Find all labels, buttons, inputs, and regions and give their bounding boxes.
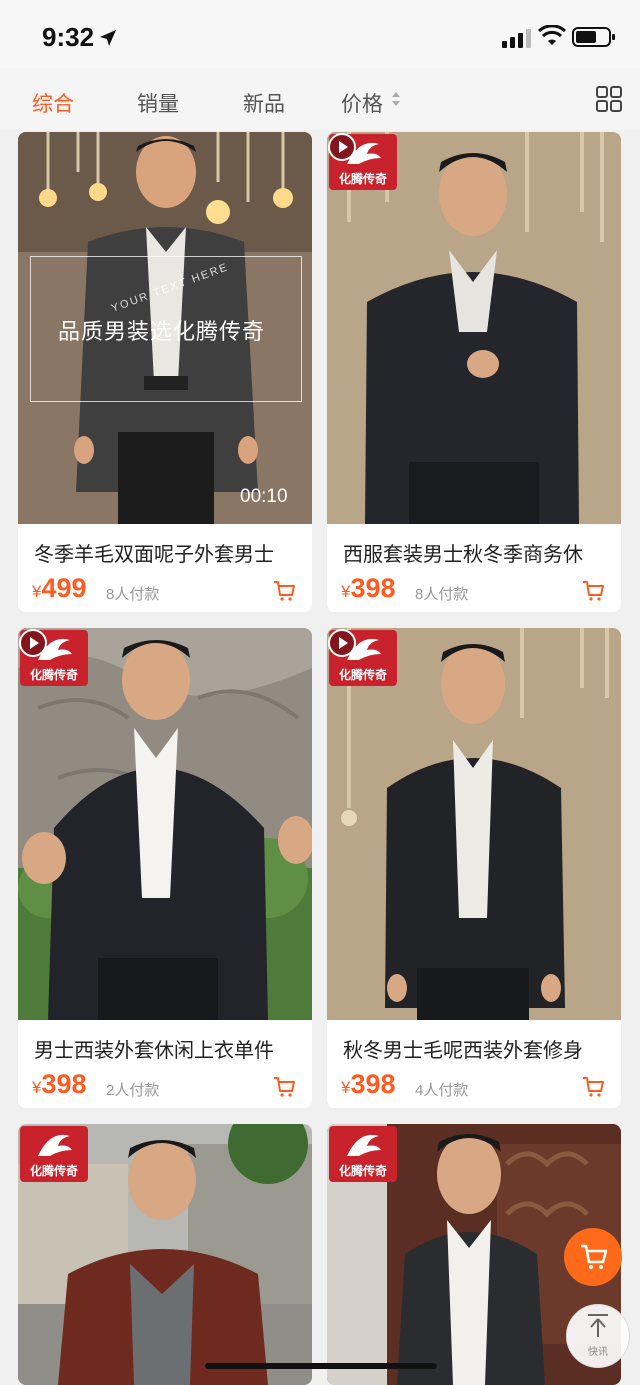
price-value: 499 — [41, 573, 87, 603]
brand-name: 化腾传奇 — [29, 668, 78, 682]
sales-count: 8人付款 — [106, 586, 160, 603]
product-photo: 化腾传奇 — [18, 1124, 312, 1385]
floating-cart-button[interactable] — [564, 1228, 622, 1286]
brand-badge: 化腾传奇 — [329, 1126, 397, 1182]
grid-toggle-icon[interactable] — [596, 86, 622, 112]
tab-comprehensive[interactable]: 综合 — [32, 88, 74, 118]
product-card[interactable]: 化腾传奇 — [18, 1124, 312, 1385]
product-card[interactable]: YOUR TEXT HERE 品质男装选化腾传奇 00:10 冬季羊毛双面呢子外… — [18, 132, 312, 612]
product-title[interactable]: 西服套装男士秋冬季商务休 — [343, 538, 613, 567]
product-card[interactable]: 化腾传奇 男士西装外套休闲上衣单件 ¥398 2人付款 — [18, 628, 312, 1108]
cart-icon — [581, 1244, 608, 1269]
product-photo: 化腾传奇 — [18, 628, 312, 1020]
location-arrow-icon — [100, 30, 116, 46]
brand-name: 化腾传奇 — [29, 1164, 78, 1178]
signal-icon — [502, 29, 531, 48]
product-price: ¥398 — [341, 1069, 396, 1100]
play-icon[interactable] — [18, 628, 48, 658]
battery-icon — [572, 27, 615, 47]
product-photo: YOUR TEXT HERE 品质男装选化腾传奇 00:10 — [18, 132, 312, 524]
price-value: 398 — [350, 1069, 396, 1099]
play-icon[interactable] — [327, 628, 357, 658]
product-price: ¥398 — [32, 1069, 87, 1100]
tab-price[interactable]: 价格 — [341, 88, 383, 118]
brand-name: 化腾传奇 — [338, 668, 387, 682]
product-card[interactable]: 化腾传奇 秋冬男士毛呢西装外套修身 ¥398 4人付款 — [327, 628, 621, 1108]
sort-arrows-icon[interactable] — [390, 89, 402, 109]
play-icon[interactable] — [327, 132, 357, 162]
video-overlay-text: 品质男装选化腾传奇 — [58, 319, 266, 344]
tab-new[interactable]: 新品 — [243, 88, 285, 118]
sales-count: 8人付款 — [415, 586, 469, 603]
brand-name: 化腾传奇 — [338, 172, 387, 186]
video-duration: 00:10 — [240, 486, 288, 507]
sort-bar — [0, 68, 640, 130]
tab-sales[interactable]: 销量 — [137, 88, 179, 118]
home-indicator[interactable] — [205, 1363, 437, 1369]
status-time: 9:32 — [42, 22, 95, 52]
wifi-icon — [538, 25, 566, 45]
brand-logo-icon — [38, 1134, 72, 1156]
product-card[interactable]: 化腾传奇 西服套装男士秋冬季商务休 ¥398 8人付款 — [327, 132, 621, 612]
product-price: ¥398 — [341, 573, 396, 604]
product-title[interactable]: 秋冬男士毛呢西装外套修身 — [343, 1034, 613, 1063]
status-bar: 9:32 — [0, 0, 640, 68]
sales-count: 4人付款 — [415, 1082, 469, 1099]
price-value: 398 — [41, 1069, 87, 1099]
brand-badge: 化腾传奇 — [20, 1126, 88, 1182]
price-value: 398 — [350, 573, 396, 603]
cart-icon[interactable] — [581, 1075, 605, 1099]
product-photo: 化腾传奇 — [327, 132, 621, 524]
product-title[interactable]: 冬季羊毛双面呢子外套男士 — [34, 538, 304, 567]
product-photo: 化腾传奇 — [327, 628, 621, 1020]
product-title[interactable]: 男士西装外套休闲上衣单件 — [34, 1034, 304, 1063]
back-to-top-label: 快讯 — [588, 1347, 608, 1358]
cart-icon[interactable] — [272, 579, 296, 603]
back-to-top-button[interactable]: 快讯 — [566, 1304, 630, 1368]
back-to-top-icon — [588, 1314, 608, 1337]
cart-icon[interactable] — [581, 579, 605, 603]
cart-icon[interactable] — [272, 1075, 296, 1099]
brand-name: 化腾传奇 — [338, 1164, 387, 1178]
brand-logo-icon — [347, 1134, 381, 1156]
sales-count: 2人付款 — [106, 1082, 160, 1099]
product-price: ¥499 — [32, 573, 87, 604]
